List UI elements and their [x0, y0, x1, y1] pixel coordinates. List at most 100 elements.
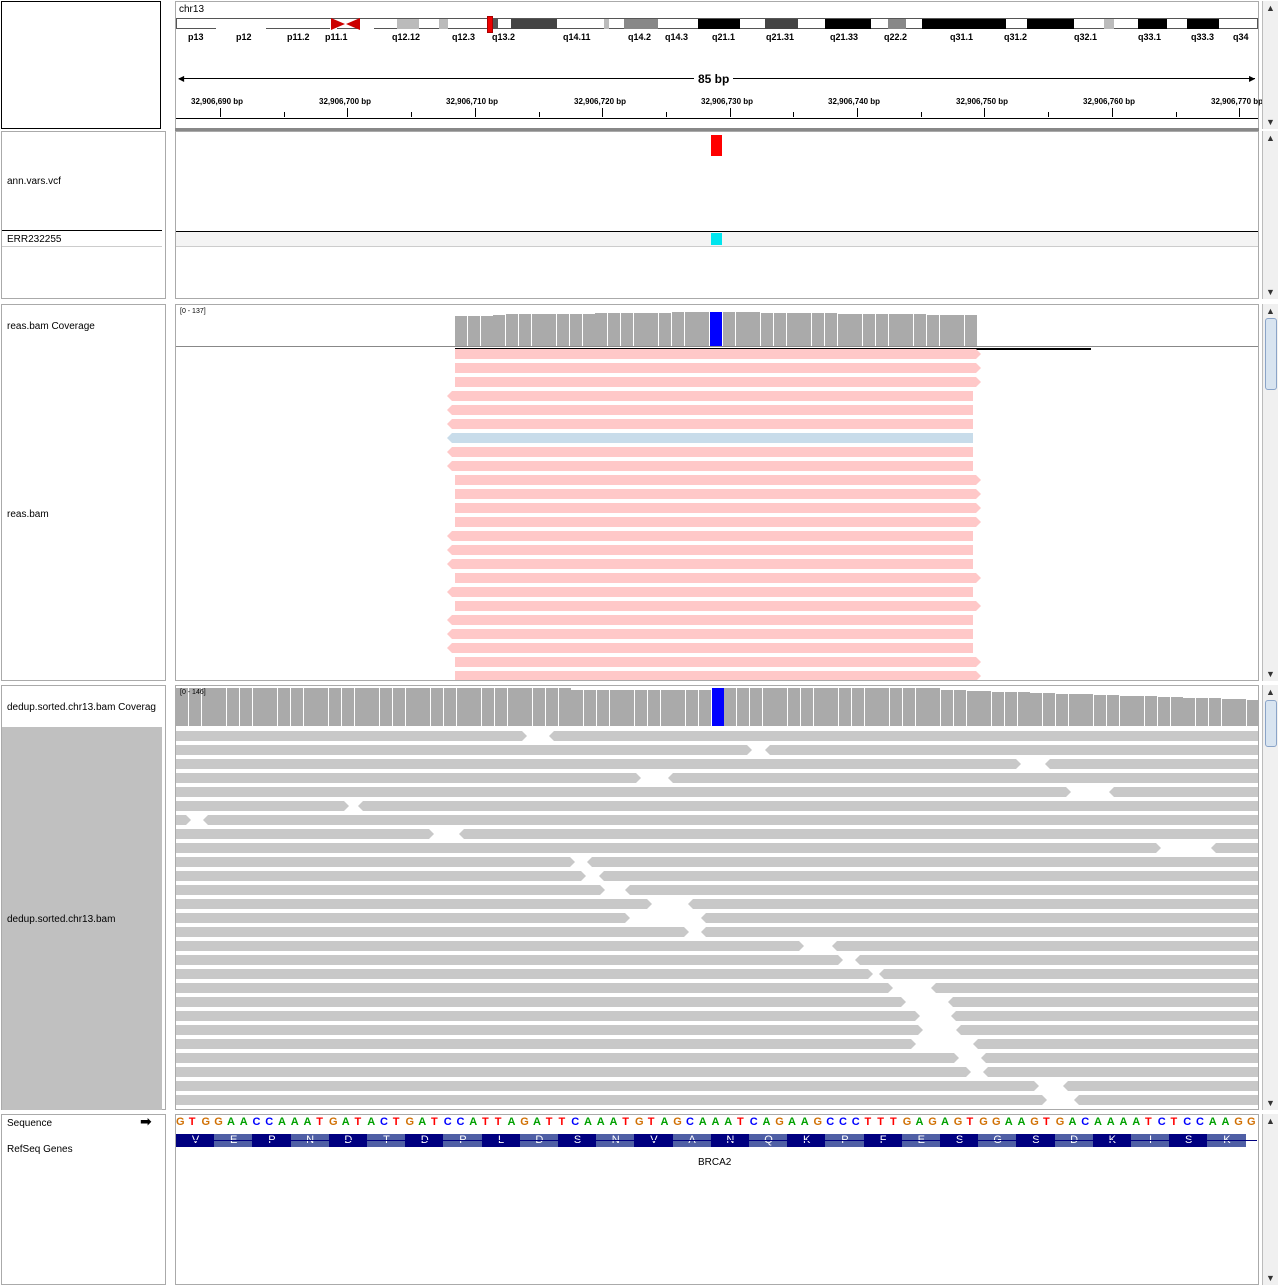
sequence-base: C — [571, 1116, 580, 1128]
sequence-base: C — [749, 1116, 758, 1128]
read-arrow — [447, 545, 452, 555]
coverage-bar — [965, 315, 978, 346]
strand-arrow-icon[interactable]: ➡ — [140, 1113, 152, 1130]
read-arrow — [447, 419, 452, 429]
scroll-down-icon[interactable]: ▼ — [1263, 1271, 1278, 1285]
coverage-bar — [571, 690, 585, 726]
coverage-bar — [864, 688, 878, 726]
read-arrow — [976, 517, 981, 527]
coverage-bar — [1004, 692, 1018, 726]
name-panel-vcf: ann.vars.vcf ERR232255 — [1, 131, 166, 299]
read — [455, 349, 976, 359]
ruler-tick — [729, 108, 731, 117]
dedup-bam-label[interactable]: dedup.sorted.chr13.bam — [7, 914, 115, 925]
scroll-down-icon[interactable]: ▼ — [1263, 667, 1278, 681]
vcf-scrollbar[interactable]: ▲ ▼ — [1262, 131, 1278, 299]
cytoband — [1138, 19, 1167, 29]
sequence-base: A — [227, 1116, 235, 1128]
read — [455, 363, 976, 373]
read — [630, 885, 1258, 895]
read-arrow — [966, 1067, 971, 1077]
position-label: 32,906,760 bp — [1083, 97, 1136, 106]
gene-name[interactable]: BRCA2 — [698, 1157, 731, 1168]
band-label: q32.1 — [1074, 32, 1098, 42]
coverage-bar — [698, 690, 712, 726]
band-label: q31.2 — [1004, 32, 1028, 42]
coverage-bar — [584, 690, 597, 726]
scroll-up-icon[interactable]: ▲ — [1263, 685, 1278, 699]
coverage-bar — [914, 314, 927, 346]
scroll-up-icon[interactable]: ▲ — [1263, 304, 1278, 318]
name-panel-header — [1, 1, 161, 129]
reas-coverage-label[interactable]: reas.bam Coverage — [7, 321, 95, 332]
dedup-coverage-label[interactable]: dedup.sorted.chr13.bam Coverag — [7, 702, 156, 713]
scroll-up-icon[interactable]: ▲ — [1263, 1, 1278, 15]
cytoband — [439, 19, 448, 29]
coverage-bar — [354, 688, 368, 726]
refseq-track-label[interactable]: RefSeq Genes — [7, 1144, 73, 1155]
coverage-bar — [711, 688, 725, 726]
read-arrow — [976, 573, 981, 583]
variant-marker[interactable] — [711, 135, 722, 156]
read-arrow — [522, 731, 527, 741]
sequence-base: A — [584, 1116, 592, 1128]
sequence-base: A — [507, 1116, 516, 1128]
feature-scrollbar[interactable]: ▲ ▼ — [1262, 1114, 1278, 1285]
ruler-tick — [984, 108, 986, 117]
read — [706, 913, 1258, 923]
scroll-down-icon[interactable]: ▼ — [1263, 115, 1278, 129]
dedup-scrollbar[interactable]: ▲ ▼ — [1262, 685, 1278, 1110]
ruler-tick — [220, 108, 221, 117]
reas-bam-label[interactable]: reas.bam — [7, 509, 49, 520]
read — [452, 559, 973, 569]
scroll-down-icon[interactable]: ▼ — [1263, 1096, 1278, 1110]
coverage-bar — [418, 688, 432, 726]
read-arrow — [447, 461, 452, 471]
ruler-tick — [411, 112, 413, 117]
name-panel-dedup: dedup.sorted.chr13.bam Coverag dedup.sor… — [1, 685, 166, 1110]
read — [176, 955, 838, 965]
coverage-bar — [633, 312, 647, 346]
sequence-base: G — [673, 1116, 682, 1128]
coverage-bar — [635, 690, 648, 726]
vcf-track-label[interactable]: ann.vars.vcf — [7, 176, 61, 187]
coverage-bar — [875, 313, 889, 346]
coverage-bar — [341, 688, 355, 726]
sample-label[interactable]: ERR232255 — [7, 234, 61, 245]
sequence-base: C — [1081, 1116, 1090, 1128]
reas-scrollbar[interactable]: ▲ ▼ — [1262, 304, 1278, 681]
coverage-bar — [673, 690, 687, 726]
scroll-down-icon[interactable]: ▼ — [1263, 285, 1278, 299]
coverage-bar — [622, 690, 636, 726]
ruler-tick — [793, 112, 795, 117]
scroll-up-icon[interactable]: ▲ — [1263, 131, 1278, 145]
coverage-bar — [660, 690, 674, 726]
sequence-base: G — [214, 1116, 223, 1128]
data-panel-dedup: [0 - 146] — [175, 685, 1259, 1110]
sequence-base: A — [278, 1116, 286, 1128]
sequence-base: A — [1132, 1116, 1141, 1128]
read — [455, 489, 976, 499]
band-label: q12.3 — [452, 32, 476, 42]
genotype-marker[interactable] — [711, 233, 722, 245]
coverage-bar — [1157, 696, 1171, 726]
scroll-up-icon[interactable]: ▲ — [1263, 1114, 1278, 1128]
sequence-base: A — [660, 1116, 669, 1128]
coverage-bar — [1068, 694, 1082, 726]
read-arrow — [581, 871, 586, 881]
ruler-tick — [920, 112, 922, 117]
read — [452, 545, 973, 555]
read — [176, 801, 344, 811]
read — [176, 1081, 1034, 1091]
header-scrollbar[interactable]: ▲ ▼ — [1262, 1, 1278, 129]
position-label: 32,906,730 bp — [701, 97, 754, 106]
ideogram[interactable]: p13 p12 p11.2 p11.1 q12.12 q12.3 q13.2 q14.11 q1… — [176, 2, 1258, 47]
scroll-thumb[interactable] — [1265, 318, 1277, 390]
scroll-thumb[interactable] — [1265, 700, 1277, 747]
cytoband — [604, 19, 609, 29]
sequence-track-label[interactable]: Sequence — [7, 1118, 52, 1129]
coverage-bar — [1030, 692, 1044, 726]
sequence-base: A — [533, 1116, 541, 1128]
sequence-base: A — [469, 1116, 478, 1128]
coverage-bar — [1170, 697, 1184, 726]
